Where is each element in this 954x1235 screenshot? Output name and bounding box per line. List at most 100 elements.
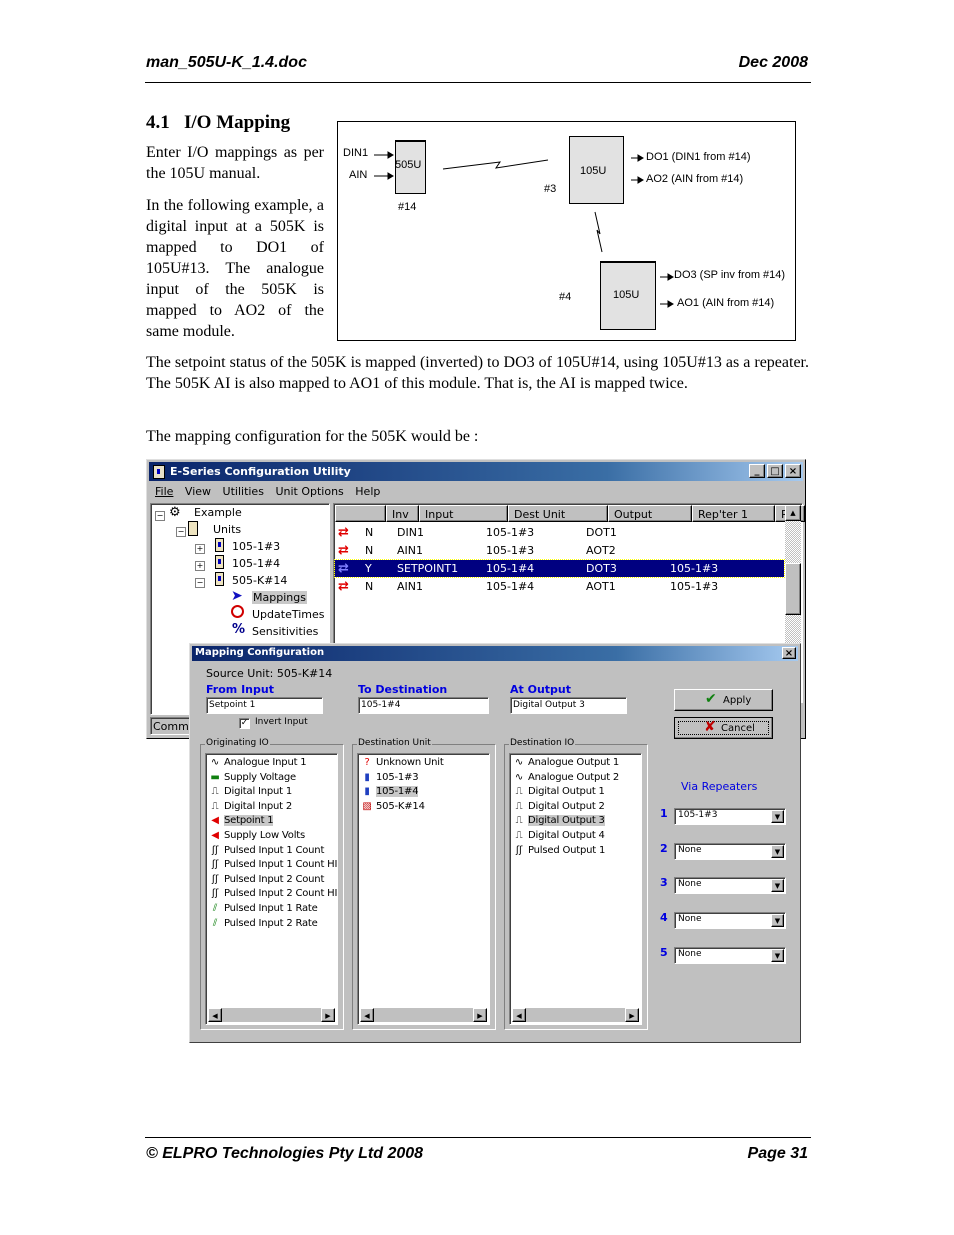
scroll-thumb[interactable] bbox=[785, 563, 801, 615]
tree-mappings[interactable]: Mappings bbox=[252, 591, 307, 604]
tree-unit-105-1-4[interactable]: 105-1#4 bbox=[232, 557, 280, 570]
list-item[interactable]: ⎍ Digital Input 1 bbox=[208, 785, 337, 800]
list-item[interactable]: ◀ Supply Low Volts bbox=[208, 829, 337, 844]
originating-hscroll[interactable]: ◀ ▶ bbox=[208, 1008, 335, 1022]
footer-copyright: © ELPRO Technologies Pty Ltd 2008 bbox=[146, 1145, 424, 1162]
repeater-value: None bbox=[678, 844, 702, 855]
chevron-down-icon[interactable]: ▼ bbox=[771, 810, 784, 823]
tree-expander-105-4[interactable]: + bbox=[195, 558, 205, 571]
repeater-4-select[interactable]: None ▼ bbox=[674, 912, 786, 930]
repeater-1-select[interactable]: 105-1#3 ▼ bbox=[674, 808, 786, 825]
scroll-left-button[interactable]: ◀ bbox=[360, 1008, 374, 1022]
minimize-button[interactable]: _ bbox=[749, 464, 765, 478]
list-item[interactable]: ▮ 105-1#3 bbox=[360, 771, 489, 786]
app-icon bbox=[153, 465, 165, 479]
col-dest-unit[interactable]: Dest Unit bbox=[508, 505, 608, 522]
close-button[interactable]: × bbox=[785, 464, 801, 478]
menu-unit-options[interactable]: Unit Options bbox=[275, 485, 343, 498]
scroll-up-button[interactable]: ▲ bbox=[785, 505, 801, 521]
repeater-5-select[interactable]: None ▼ bbox=[674, 946, 786, 964]
col-output[interactable]: Output bbox=[608, 505, 692, 522]
list-item-label: Pulsed Input 1 Rate bbox=[224, 902, 318, 914]
menu-help[interactable]: Help bbox=[355, 485, 380, 498]
cancel-button[interactable]: ✘ Cancel bbox=[674, 717, 773, 739]
window-title-bar[interactable]: E-Series Configuration Utility _ □ × bbox=[149, 462, 803, 481]
list-item[interactable]: ⫽ Pulsed Input 2 Rate bbox=[208, 917, 337, 932]
list-item-label: Digital Input 1 bbox=[224, 786, 293, 798]
repeater-2-select[interactable]: None ▼ bbox=[674, 842, 786, 860]
list-item[interactable]: ʃʃ Pulsed Input 2 Count bbox=[208, 873, 337, 888]
invert-input-checkbox[interactable]: ✓ bbox=[239, 718, 250, 729]
chevron-down-icon[interactable]: ▼ bbox=[771, 948, 784, 962]
tree-expander-units[interactable]: − bbox=[176, 524, 186, 537]
scroll-right-button[interactable]: ▶ bbox=[473, 1008, 487, 1022]
table-row[interactable]: ⇄ N AIN1 105-1#4 AOT1 105-1#3 bbox=[335, 578, 784, 595]
menu-file[interactable]: File bbox=[155, 485, 173, 498]
list-item[interactable]: ∿ Analogue Output 1 bbox=[512, 756, 641, 771]
dest-unit-hscroll[interactable]: ◀ ▶ bbox=[360, 1008, 487, 1022]
destination-io-list[interactable]: ∿ Analogue Output 1 ∿ Analogue Output 2 ⎍ Dig… bbox=[509, 753, 642, 1025]
apply-button[interactable]: ✔ Apply bbox=[674, 689, 773, 711]
list-item[interactable]: ⫽ Pulsed Input 1 Rate bbox=[208, 902, 337, 917]
list-item[interactable]: ʃʃ Pulsed Output 1 bbox=[512, 844, 641, 859]
list-item[interactable]: ▮ 105-1#4 bbox=[360, 785, 489, 800]
list-item-label: Digital Input 2 bbox=[224, 800, 293, 812]
at-output-field[interactable]: Digital Output 3 bbox=[510, 697, 627, 714]
repeater-value: 105-1#3 bbox=[678, 810, 718, 820]
col-repeater-1[interactable]: Rep'ter 1 bbox=[692, 505, 775, 522]
menu-utilities[interactable]: Utilities bbox=[223, 485, 264, 498]
list-item[interactable]: ⎍ Digital Input 2 bbox=[208, 800, 337, 815]
tree-expander-105-3[interactable]: + bbox=[195, 541, 205, 554]
list-item[interactable]: ? Unknown Unit bbox=[360, 756, 489, 771]
originating-io-label: Originating IO bbox=[205, 738, 270, 748]
col-icon[interactable] bbox=[335, 505, 386, 522]
destination-unit-list[interactable]: ? Unknown Unit ▮ 105-1#3 ▮ 105-1#4 ▧ 505-K#14 ◀… bbox=[357, 753, 490, 1025]
list-item[interactable]: ▬ Supply Voltage bbox=[208, 771, 337, 786]
pulse-train-icon: ʃʃ bbox=[515, 844, 523, 856]
mapping-configuration-dialog: Mapping Configuration × Source Unit: 505… bbox=[189, 643, 801, 1043]
list-item[interactable]: ⎍ Digital Output 2 bbox=[512, 800, 641, 815]
chevron-down-icon[interactable]: ▼ bbox=[771, 844, 784, 858]
dest-io-hscroll[interactable]: ◀ ▶ bbox=[512, 1008, 639, 1022]
list-item[interactable]: ʃʃ Pulsed Input 1 Count bbox=[208, 844, 337, 859]
col-inv[interactable]: Inv bbox=[386, 505, 419, 522]
list-item[interactable]: ◀ Setpoint 1 bbox=[208, 814, 337, 829]
tree-unit-505-k-14[interactable]: 505-K#14 bbox=[232, 574, 287, 587]
dialog-close-button[interactable]: × bbox=[782, 647, 796, 659]
tree-update-times[interactable]: UpdateTimes bbox=[252, 608, 325, 621]
tree-sensitivities[interactable]: Sensitivities bbox=[252, 625, 318, 638]
tree-root-example[interactable]: Example bbox=[194, 506, 242, 519]
scroll-left-button[interactable]: ◀ bbox=[512, 1008, 526, 1022]
dialog-title-bar[interactable]: Mapping Configuration × bbox=[192, 646, 798, 661]
list-item[interactable]: ⎍ Digital Output 1 bbox=[512, 785, 641, 800]
cell-repeater-1: 105-1#3 bbox=[670, 562, 719, 575]
repeater-3-select[interactable]: None ▼ bbox=[674, 877, 786, 895]
scroll-left-button[interactable]: ◀ bbox=[208, 1008, 222, 1022]
list-item[interactable]: ∿ Analogue Output 2 bbox=[512, 771, 641, 786]
list-item[interactable]: ʃʃ Pulsed Input 1 Count HI bbox=[208, 858, 337, 873]
scroll-right-button[interactable]: ▶ bbox=[321, 1008, 335, 1022]
list-item[interactable]: ▧ 505-K#14 bbox=[360, 800, 489, 815]
section-title: I/O Mapping bbox=[184, 112, 291, 133]
table-row[interactable]: ⇄ N AIN1 105-1#3 AOT2 bbox=[335, 542, 784, 559]
table-row[interactable]: ⇄ Y SETPOINT1 105-1#4 DOT3 105-1#3 bbox=[334, 559, 785, 578]
list-item[interactable]: ʃʃ Pulsed Input 2 Count HI bbox=[208, 887, 337, 902]
list-item[interactable]: ∿ Analogue Input 1 bbox=[208, 756, 337, 771]
originating-io-list[interactable]: ∿ Analogue Input 1 ▬ Supply Voltage ⎍ Digital… bbox=[205, 753, 338, 1025]
maximize-button[interactable]: □ bbox=[767, 464, 783, 478]
chevron-down-icon[interactable]: ▼ bbox=[771, 914, 784, 928]
tree-unit-105-1-3[interactable]: 105-1#3 bbox=[232, 540, 280, 553]
menu-view[interactable]: View bbox=[185, 485, 211, 498]
tree-expander-505-14[interactable]: − bbox=[195, 575, 205, 588]
list-item[interactable]: ⎍ Digital Output 4 bbox=[512, 829, 641, 844]
from-input-field[interactable]: Setpoint 1 bbox=[206, 697, 323, 714]
tree-expander-root[interactable]: − bbox=[155, 508, 165, 521]
chevron-down-icon[interactable]: ▼ bbox=[771, 879, 784, 893]
list-item[interactable]: ⎍ Digital Output 3 bbox=[512, 814, 641, 829]
mapping-arrows-icon: ⇄ bbox=[338, 561, 349, 576]
col-input[interactable]: Input bbox=[419, 505, 508, 522]
table-row[interactable]: ⇄ N DIN1 105-1#3 DOT1 bbox=[335, 524, 784, 541]
scroll-right-button[interactable]: ▶ bbox=[625, 1008, 639, 1022]
tree-units[interactable]: Units bbox=[213, 523, 241, 536]
to-destination-field[interactable]: 105-1#4 bbox=[358, 697, 489, 714]
